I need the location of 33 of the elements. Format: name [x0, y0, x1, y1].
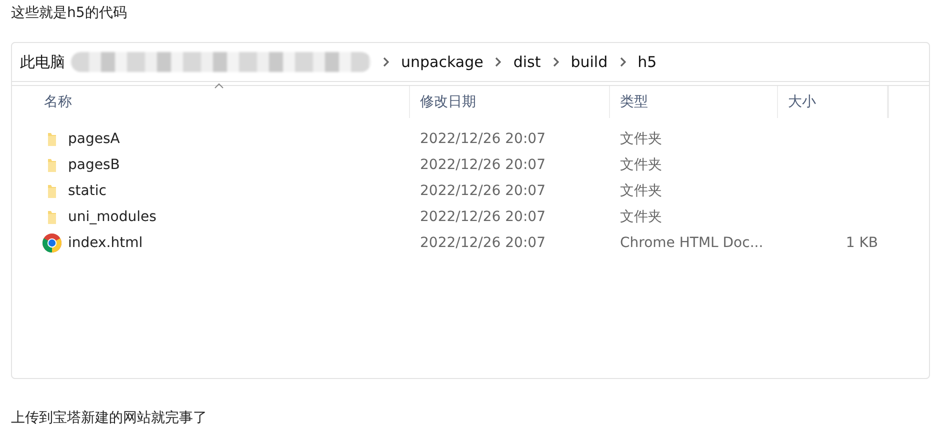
type-cell-text: Chrome HTML Doc... [619, 235, 764, 251]
chevron-icon [383, 57, 389, 67]
size-cell: 1 KB [846, 235, 878, 251]
breadcrumb-item[interactable]: h5 [638, 53, 657, 71]
type-cell-text: 文件夹 [619, 182, 663, 200]
type-cell-text: 文件夹 [619, 208, 663, 226]
column-header[interactable]: 修改日期 [410, 86, 610, 118]
paragraph: 这些就是h5的代码 [10, 4, 128, 22]
file-name[interactable]: pagesB [68, 157, 120, 173]
date-cell-text: 2022/12/26 20:07 [419, 183, 546, 199]
chevron-icon [620, 57, 626, 67]
breadcrumb-item[interactable]: unpackage [401, 53, 484, 71]
chevron-icon [552, 57, 559, 67]
breadcrumb-item[interactable]: 此电脑 [20, 52, 65, 72]
paragraph: 上传到宝塔新建的网站就完事了 [10, 409, 208, 427]
browser-icon [42, 233, 62, 253]
type-cell-text: 文件夹 [619, 130, 663, 148]
breadcrumb-item[interactable]: dist [513, 53, 541, 71]
chevron-icon [495, 57, 502, 67]
date-cell-text: 2022/12/26 20:07 [419, 235, 546, 251]
file-name[interactable]: pagesA [68, 131, 120, 147]
column-header[interactable]: 类型 [610, 86, 778, 118]
sort-caret-icon [214, 83, 224, 89]
column-header[interactable]: 大小 [778, 86, 888, 118]
type-cell-text: 文件夹 [619, 156, 663, 174]
file-name[interactable]: index.html [68, 235, 143, 251]
date-cell-text: 2022/12/26 20:07 [419, 157, 546, 173]
column-header[interactable]: 名称 [12, 86, 410, 118]
date-cell-text: 2022/12/26 20:07 [419, 209, 546, 225]
date-cell-text: 2022/12/26 20:07 [419, 131, 546, 147]
breadcrumb-item[interactable]: build [570, 53, 608, 71]
file-name[interactable]: uni_modules [68, 209, 156, 225]
file-name[interactable]: static [68, 183, 106, 199]
